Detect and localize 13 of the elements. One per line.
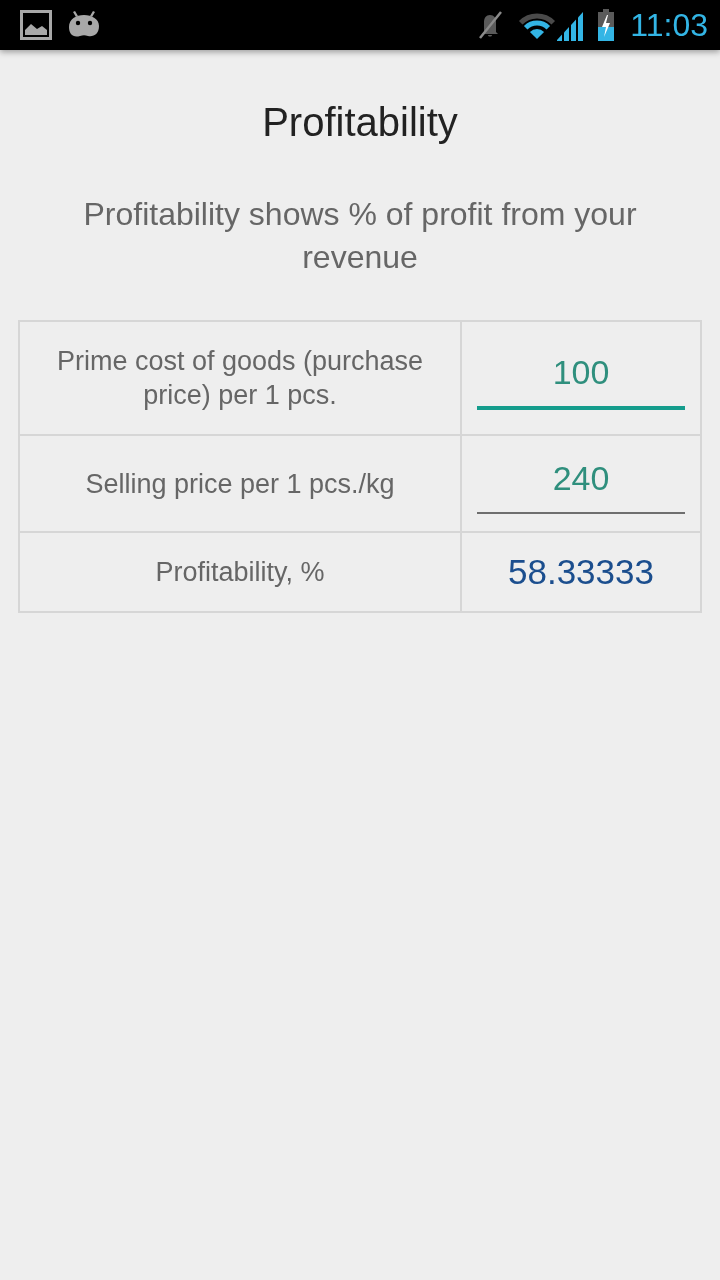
clock-time: 11:03 <box>630 6 708 45</box>
battery-charging-icon <box>596 9 617 41</box>
image-icon <box>20 10 52 40</box>
row-label: Prime cost of goods (purchase price) per 1 pcs. <box>55 345 425 412</box>
page-title: Profitability <box>261 99 459 146</box>
number-input[interactable]: 100 <box>477 341 685 410</box>
description-text: Profitability shows % of profit from your revenue <box>82 195 638 277</box>
row-label: Selling price per 1 pcs./kg <box>85 467 395 501</box>
result-value: 58.33333 <box>508 552 654 592</box>
robot-icon <box>66 11 102 39</box>
row-label: Profitability, % <box>155 556 325 589</box>
bell-off-icon <box>476 10 505 40</box>
number-input[interactable]: 240 <box>477 448 685 514</box>
